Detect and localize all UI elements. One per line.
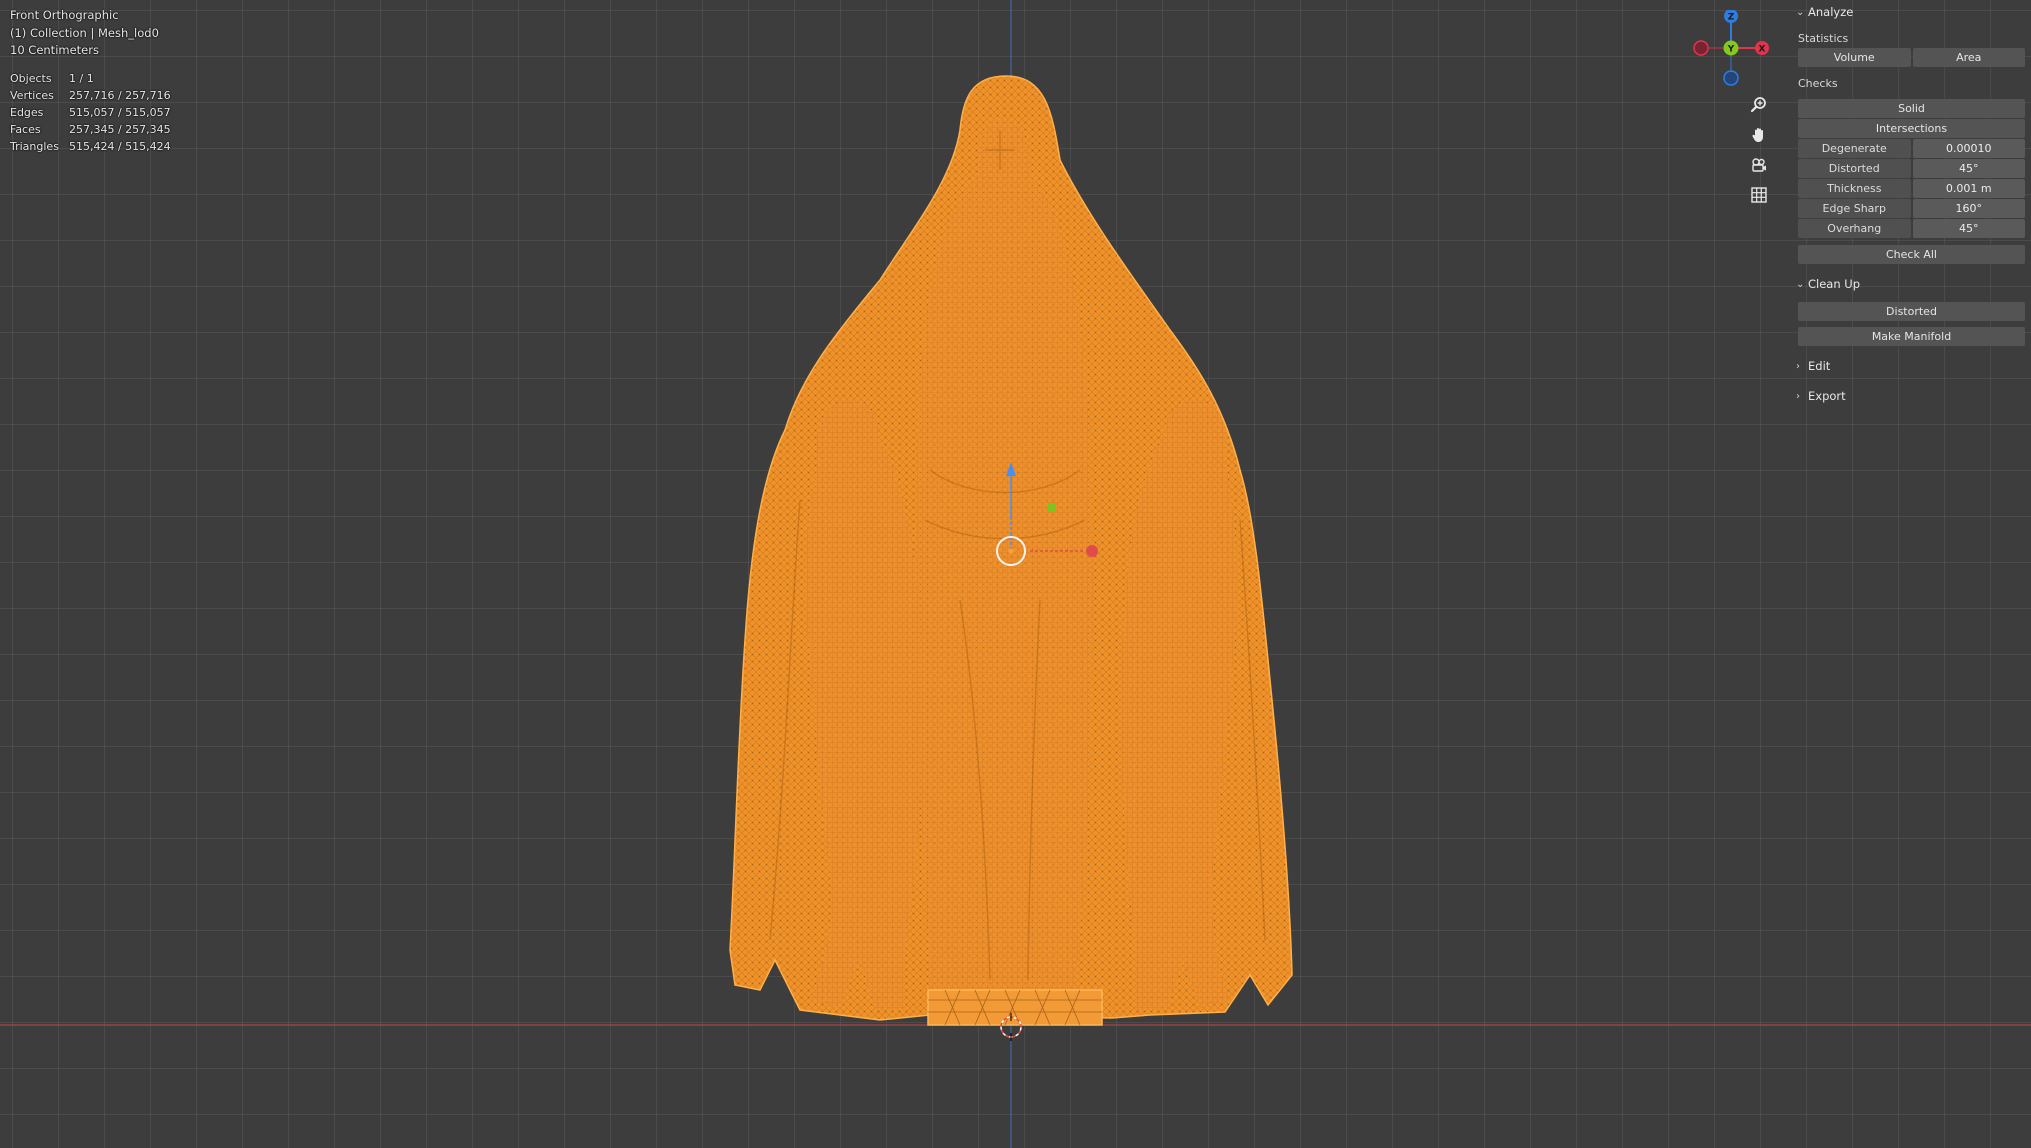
scene-statistics: Objects 1 / 1 Vertices 257,716 / 257,716 E… xyxy=(10,70,171,155)
scene-svg xyxy=(0,0,2031,1148)
edit-panel-header[interactable]: › Edit xyxy=(1790,354,2031,378)
stat-value: 515,424 / 515,424 xyxy=(69,139,171,153)
chevron-right-icon: › xyxy=(1796,390,1800,402)
stat-objects: Objects 1 / 1 xyxy=(10,70,171,87)
export-panel-header[interactable]: › Export xyxy=(1790,384,2031,408)
neg-x-handle[interactable] xyxy=(1693,40,1709,56)
viewport-info: Front Orthographic (1) Collection | Mesh… xyxy=(10,7,171,155)
thickness-row: Thickness 0.001 m xyxy=(1798,179,2025,198)
stat-value: 515,057 / 515,057 xyxy=(69,105,171,119)
statue-base xyxy=(927,989,1103,1026)
analyze-panel-header[interactable]: ⌄ Analyze xyxy=(1790,0,2031,24)
navigation-tools xyxy=(1746,92,1774,212)
panel-title: Clean Up xyxy=(1808,277,1861,291)
hand-icon xyxy=(1752,128,1763,142)
checks-label: Checks xyxy=(1798,77,1838,90)
zoom-button[interactable] xyxy=(1746,92,1772,118)
chevron-down-icon: ⌄ xyxy=(1796,6,1805,18)
distorted-value-field[interactable]: 45° xyxy=(1912,159,2025,178)
chevron-right-icon: › xyxy=(1796,360,1800,372)
degenerate-check-button[interactable]: Degenerate xyxy=(1798,139,1911,158)
solid-check-button[interactable]: Solid xyxy=(1798,99,2025,118)
chevron-down-icon: ⌄ xyxy=(1796,278,1805,290)
check-all-button[interactable]: Check All xyxy=(1798,245,2025,264)
camera-view-button[interactable] xyxy=(1746,152,1772,178)
y-axis-label: Y xyxy=(1727,45,1735,55)
edge-sharp-row: Edge Sharp 160° xyxy=(1798,199,2025,218)
panel-title: Export xyxy=(1808,389,1846,403)
intersections-row: Intersections xyxy=(1798,119,2025,138)
cleanup-distorted-row: Distorted xyxy=(1798,302,2025,321)
collection-label: (1) Collection | Mesh_lod0 xyxy=(10,25,159,40)
solid-row: Solid xyxy=(1798,99,2025,118)
edge-sharp-value-field[interactable]: 160° xyxy=(1912,199,2025,218)
check-all-row: Check All xyxy=(1798,245,2025,264)
stat-value: 257,345 / 257,345 xyxy=(69,122,171,136)
stat-vertices: Vertices 257,716 / 257,716 xyxy=(10,87,171,104)
stat-edges: Edges 515,057 / 515,057 xyxy=(10,104,171,121)
thickness-check-button[interactable]: Thickness xyxy=(1798,179,1911,198)
degenerate-value-field[interactable]: 0.00010 xyxy=(1912,139,2025,158)
view-name: Front Orthographic xyxy=(10,8,119,22)
statistics-buttons: Volume Area xyxy=(1798,48,2025,67)
grid-icon xyxy=(1751,187,1767,203)
distorted-row: Distorted 45° xyxy=(1798,159,2025,178)
ortho-toggle-button[interactable] xyxy=(1746,182,1772,208)
stat-label: Objects xyxy=(10,71,52,85)
neg-z-handle[interactable] xyxy=(1723,70,1739,86)
cleanup-panel-header[interactable]: ⌄ Clean Up xyxy=(1790,272,2031,296)
grid-scale: 10 Centimeters xyxy=(10,43,99,57)
stat-faces: Faces 257,345 / 257,345 xyxy=(10,121,171,138)
stat-label: Faces xyxy=(10,122,41,136)
volume-button[interactable]: Volume xyxy=(1798,48,1911,67)
area-button[interactable]: Area xyxy=(1912,48,2025,67)
edge-sharp-check-button[interactable]: Edge Sharp xyxy=(1798,199,1911,218)
zoom-icon xyxy=(1750,97,1766,113)
cleanup-distorted-button[interactable]: Distorted xyxy=(1798,302,2025,321)
stat-label: Vertices xyxy=(10,88,54,102)
degenerate-row: Degenerate 0.00010 xyxy=(1798,139,2025,158)
object-origin-dot xyxy=(1008,548,1014,554)
pan-button[interactable] xyxy=(1746,122,1772,148)
make-manifold-button[interactable]: Make Manifold xyxy=(1798,327,2025,346)
panel-title: Analyze xyxy=(1808,5,1854,19)
panel-title: Edit xyxy=(1808,359,1831,373)
stat-value: 1 / 1 xyxy=(69,71,94,85)
stat-value: 257,716 / 257,716 xyxy=(69,88,171,102)
x-axis-label: X xyxy=(1759,45,1766,55)
make-manifold-row: Make Manifold xyxy=(1798,327,2025,346)
stat-label: Triangles xyxy=(10,139,59,153)
3d-viewport[interactable]: Front Orthographic (1) Collection | Mesh… xyxy=(0,0,2031,1148)
3d-print-toolbox-sidebar: ⌄ Analyze Statistics Volume Area Checks … xyxy=(1790,0,2031,1148)
camera-icon xyxy=(1752,158,1766,172)
intersections-check-button[interactable]: Intersections xyxy=(1798,119,2025,138)
overhang-row: Overhang 45° xyxy=(1798,219,2025,238)
stat-label: Edges xyxy=(10,105,44,119)
stat-triangles: Triangles 515,424 / 515,424 xyxy=(10,138,171,155)
statistics-label: Statistics xyxy=(1798,32,1849,45)
thickness-value-field[interactable]: 0.001 m xyxy=(1912,179,2025,198)
overhang-check-button[interactable]: Overhang xyxy=(1798,219,1911,238)
distorted-check-button[interactable]: Distorted xyxy=(1798,159,1911,178)
overhang-value-field[interactable]: 45° xyxy=(1912,219,2025,238)
navigation-gizmo[interactable]: Z X Y xyxy=(1688,10,1770,92)
z-axis-label: Z xyxy=(1728,13,1735,23)
